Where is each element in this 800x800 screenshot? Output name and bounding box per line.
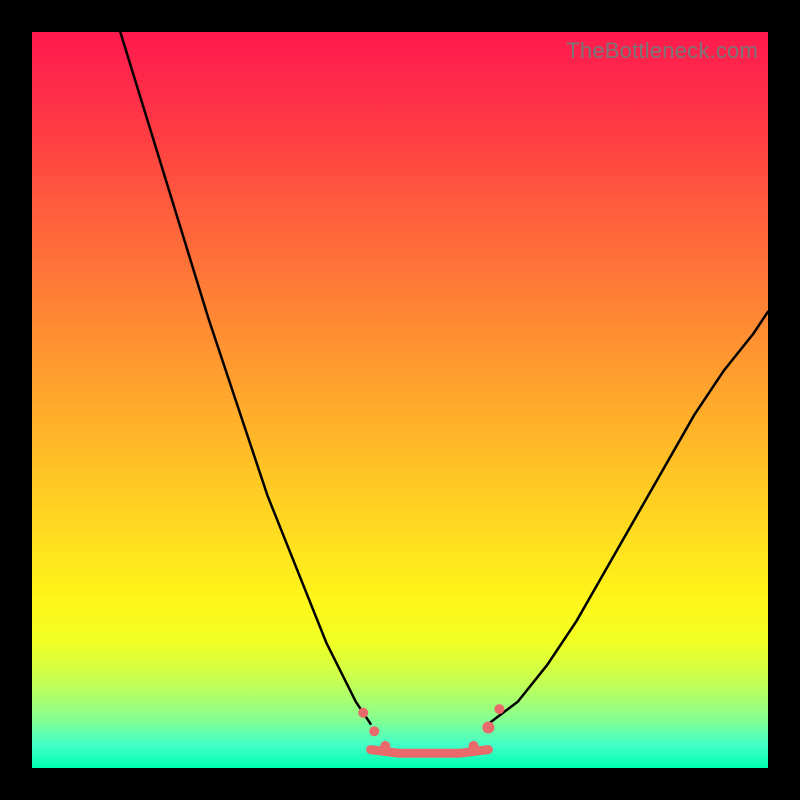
chart-svg [32,32,768,768]
left-curve [120,32,370,724]
left-dot-2 [369,726,379,736]
right-curve [488,312,768,724]
right-dot-3 [494,704,504,714]
chart-frame: TheBottleneck.com [0,0,800,800]
right-dot-2 [482,722,494,734]
plot-area: TheBottleneck.com [32,32,768,768]
left-dot-3 [380,741,390,751]
left-dot-1 [358,708,368,718]
floor-segment [371,750,489,754]
right-dot-1 [469,741,479,751]
